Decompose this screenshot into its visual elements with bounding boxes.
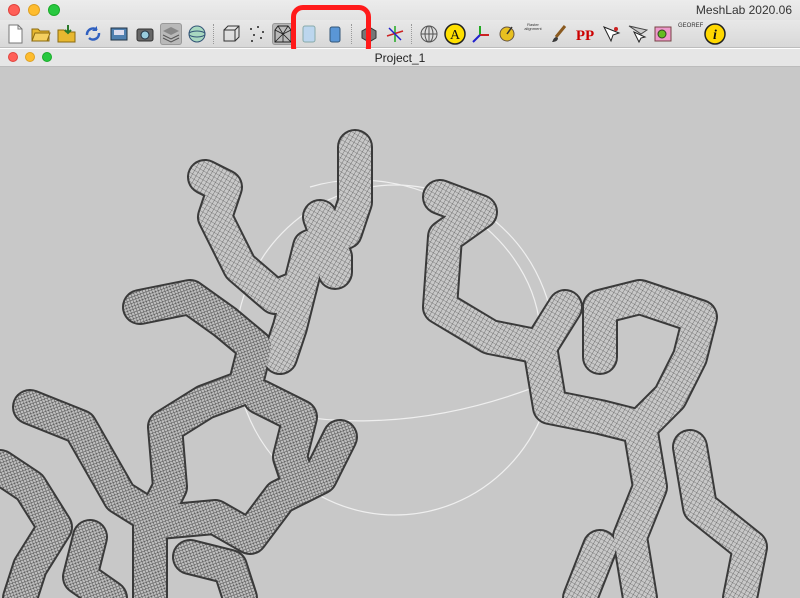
layers-icon [162, 26, 180, 43]
zoom-window-button[interactable] [48, 4, 60, 16]
select-vertices-button[interactable] [600, 23, 622, 45]
select-faces-icon [628, 25, 648, 43]
smooth-shading-button[interactable] [324, 23, 346, 45]
open-project-icon [31, 28, 51, 41]
close-window-button[interactable] [8, 4, 20, 16]
import-mesh-icon [57, 24, 76, 42]
main-toolbar: A Raster alignment PP GEOREF i [0, 20, 800, 48]
protein-mesh [0, 129, 768, 598]
toolbar-separator [213, 23, 215, 44]
paint-brush-icon [552, 24, 567, 42]
flat-shading-icon [302, 25, 316, 42]
info-label: i [713, 28, 717, 43]
wireframe-icon [274, 25, 292, 42]
save-snapshot-icon [110, 27, 128, 40]
new-project-button[interactable] [4, 23, 26, 45]
info-button[interactable]: i [704, 22, 726, 45]
axes-button[interactable] [470, 23, 492, 45]
new-project-icon [8, 24, 23, 43]
import-mesh-button[interactable] [56, 23, 78, 45]
smooth-shading-icon [329, 26, 341, 42]
pickpoints-icon: PP [576, 28, 594, 44]
reload-button[interactable] [82, 23, 104, 45]
camera-icon [136, 28, 154, 41]
open-project-button[interactable] [30, 23, 52, 45]
wireframe-button[interactable] [272, 22, 294, 45]
annotate-icon: A [444, 22, 466, 45]
reload-icon [85, 25, 101, 41]
annotate-label: A [450, 28, 461, 43]
info-icon: i [704, 22, 726, 45]
camera-button[interactable] [134, 23, 156, 45]
points-button[interactable] [246, 23, 268, 45]
edit-texture-button[interactable] [652, 23, 674, 45]
mesh-render [0, 129, 768, 598]
toolbar-separator [351, 23, 353, 44]
axis-gizmo-button[interactable] [384, 23, 406, 45]
georef-label: GEOREF [678, 22, 704, 29]
minimize-window-button[interactable] [28, 4, 40, 16]
axis-gizmo-icon [386, 25, 404, 42]
document-titlebar: Project_1 [0, 49, 800, 67]
3d-viewport[interactable] [0, 67, 800, 598]
globe-icon [188, 25, 206, 42]
axes-icon [472, 25, 489, 43]
sphere-grid-icon [420, 25, 438, 42]
window-controls [8, 4, 60, 16]
raster-alignment-label: Raster alignment [524, 21, 542, 31]
bbox-icon [223, 25, 240, 41]
toolbar-separator [411, 23, 413, 44]
measure-tool-button[interactable] [496, 23, 518, 45]
bbox-button[interactable] [220, 23, 242, 45]
globe-button[interactable] [186, 23, 208, 45]
pickpoints-button[interactable]: PP [574, 23, 596, 45]
save-snapshot-button[interactable] [108, 23, 130, 45]
paint-brush-button[interactable] [548, 23, 570, 45]
edit-texture-icon [654, 26, 672, 41]
flat-shading-button[interactable] [298, 23, 320, 45]
measure-tool-icon [499, 26, 515, 41]
window-titlebar: MeshLab 2020.06 [0, 0, 800, 20]
project-title: Project_1 [374, 51, 426, 65]
select-faces-button[interactable] [626, 23, 648, 45]
layers-button[interactable] [160, 22, 182, 45]
annotate-button[interactable]: A [444, 22, 466, 45]
sphere-grid-button[interactable] [418, 23, 440, 45]
pickpoints-label: PP [576, 28, 594, 44]
texture-icon [361, 25, 377, 43]
raster-alignment-button[interactable]: Raster alignment [522, 21, 544, 45]
select-vertices-icon [602, 25, 621, 42]
points-icon [250, 25, 264, 42]
georef-button[interactable]: GEOREF [678, 22, 704, 45]
app-title: MeshLab 2020.06 [695, 3, 792, 17]
texture-button[interactable] [358, 23, 380, 45]
